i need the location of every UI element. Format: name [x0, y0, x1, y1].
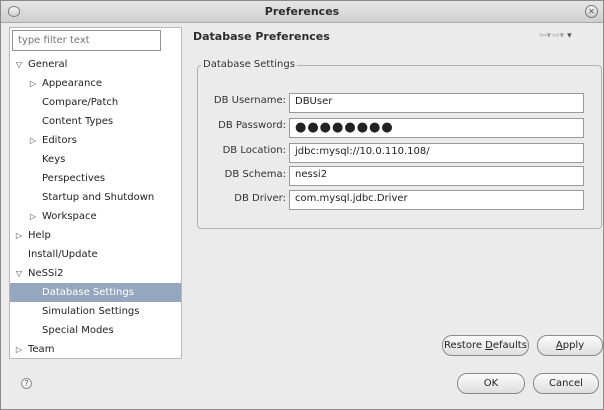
tree-item-label: Team	[28, 344, 55, 355]
tree-item-label: Compare/Patch	[42, 97, 119, 108]
preference-tree-pane: ▽ General ▷ Appearance Compare/Patch Content …	[9, 27, 182, 359]
db-location-label: DB Location:	[222, 145, 286, 156]
group-label: Database Settings	[201, 59, 297, 70]
expand-triangle-icon[interactable]: ▽	[14, 264, 24, 283]
db-driver-label: DB Driver:	[234, 193, 286, 204]
apply-button[interactable]: Apply	[537, 335, 603, 356]
tree-item-label: Startup and Shutdown	[42, 192, 155, 203]
close-window-button[interactable]: ✕	[585, 5, 598, 18]
tree-item-editors[interactable]: ▷ Editors	[10, 131, 181, 150]
tree-item-help[interactable]: ▷ Help	[10, 226, 181, 245]
apply-mnemonic: A	[555, 340, 563, 351]
preferences-dialog: Preferences ✕ ▽ General ▷ Appearance Compare…	[0, 0, 604, 410]
collapse-triangle-icon[interactable]: ▷	[28, 207, 38, 226]
tree-item-label: Appearance	[42, 78, 103, 89]
restore-defaults-button[interactable]: Restore Defaults	[442, 335, 529, 356]
page-navigation: ⇦▾⇨▾ ▾	[539, 31, 603, 43]
db-username-label: DB Username:	[213, 95, 286, 106]
filter-input[interactable]	[12, 30, 161, 51]
forward-arrow-icon[interactable]: ⇨▾	[552, 31, 564, 41]
title-bar: Preferences ✕	[1, 1, 603, 23]
collapse-triangle-icon[interactable]: ▷	[14, 226, 24, 245]
tree-item-label: Content Types	[42, 116, 114, 127]
tree-item-label: Simulation Settings	[42, 306, 140, 317]
restore-defaults-mnemonic: D	[485, 340, 493, 351]
cancel-button[interactable]: Cancel	[533, 373, 599, 394]
tree-item-content-types[interactable]: Content Types	[10, 112, 181, 131]
tree-item-simulation-settings[interactable]: Simulation Settings	[10, 302, 181, 321]
tree-item-startup-and-shutdown[interactable]: Startup and Shutdown	[10, 188, 181, 207]
tree-item-install-update[interactable]: Install/Update	[10, 245, 181, 264]
tree-item-keys[interactable]: Keys	[10, 150, 181, 169]
db-schema-label: DB Schema:	[224, 169, 286, 180]
tree-item-general[interactable]: ▽ General	[10, 55, 181, 74]
ok-button[interactable]: OK	[457, 373, 525, 394]
db-password-field[interactable]: ●●●●●●●●	[289, 118, 584, 138]
db-driver-field[interactable]: com.mysql.jdbc.Driver	[289, 190, 584, 210]
tree-item-label: General	[28, 59, 68, 70]
tree-item-database-settings[interactable]: Database Settings	[10, 283, 181, 302]
apply-label-post: pply	[562, 340, 585, 351]
tree-item-special-modes[interactable]: Special Modes	[10, 321, 181, 340]
view-menu-icon[interactable]: ▾	[567, 31, 572, 41]
help-icon[interactable]: ?	[21, 378, 32, 389]
tree-item-label: Editors	[42, 135, 77, 146]
tree-item-perspectives[interactable]: Perspectives	[10, 169, 181, 188]
page-title: Database Preferences	[193, 30, 330, 43]
collapse-triangle-icon[interactable]: ▷	[14, 340, 24, 359]
tree-item-nessi2[interactable]: ▽ NeSSi2	[10, 264, 181, 283]
preference-tree: ▽ General ▷ Appearance Compare/Patch Content …	[10, 55, 181, 359]
tree-item-label: NeSSi2	[28, 268, 64, 279]
tree-item-label: Workspace	[42, 211, 97, 222]
back-arrow-icon[interactable]: ⇦▾	[539, 31, 551, 41]
tree-item-appearance[interactable]: ▷ Appearance	[10, 74, 181, 93]
collapse-triangle-icon[interactable]: ▷	[28, 131, 38, 150]
collapse-triangle-icon[interactable]: ▷	[28, 74, 38, 93]
db-location-field[interactable]: jdbc:mysql://10.0.110.108/	[289, 143, 584, 163]
window-title: Preferences	[264, 5, 340, 18]
db-schema-field[interactable]: nessi2	[289, 166, 584, 186]
close-icon: ✕	[588, 7, 595, 16]
tree-item-label: Special Modes	[42, 325, 114, 336]
tree-item-workspace[interactable]: ▷ Workspace	[10, 207, 181, 226]
tree-item-label: Perspectives	[42, 173, 106, 184]
db-username-field[interactable]: DBUser	[289, 93, 584, 113]
tree-item-compare-patch[interactable]: Compare/Patch	[10, 93, 181, 112]
expand-triangle-icon[interactable]: ▽	[14, 55, 24, 74]
restore-defaults-label-pre: Restore	[444, 340, 486, 351]
tree-item-label: Help	[28, 230, 51, 241]
restore-defaults-label-post: efaults	[492, 340, 527, 351]
tree-item-label: Install/Update	[28, 249, 98, 260]
tree-item-team[interactable]: ▷ Team	[10, 340, 181, 359]
tree-item-label: Keys	[42, 154, 66, 165]
db-password-label: DB Password:	[218, 120, 286, 131]
tree-item-label: Database Settings	[42, 287, 134, 298]
